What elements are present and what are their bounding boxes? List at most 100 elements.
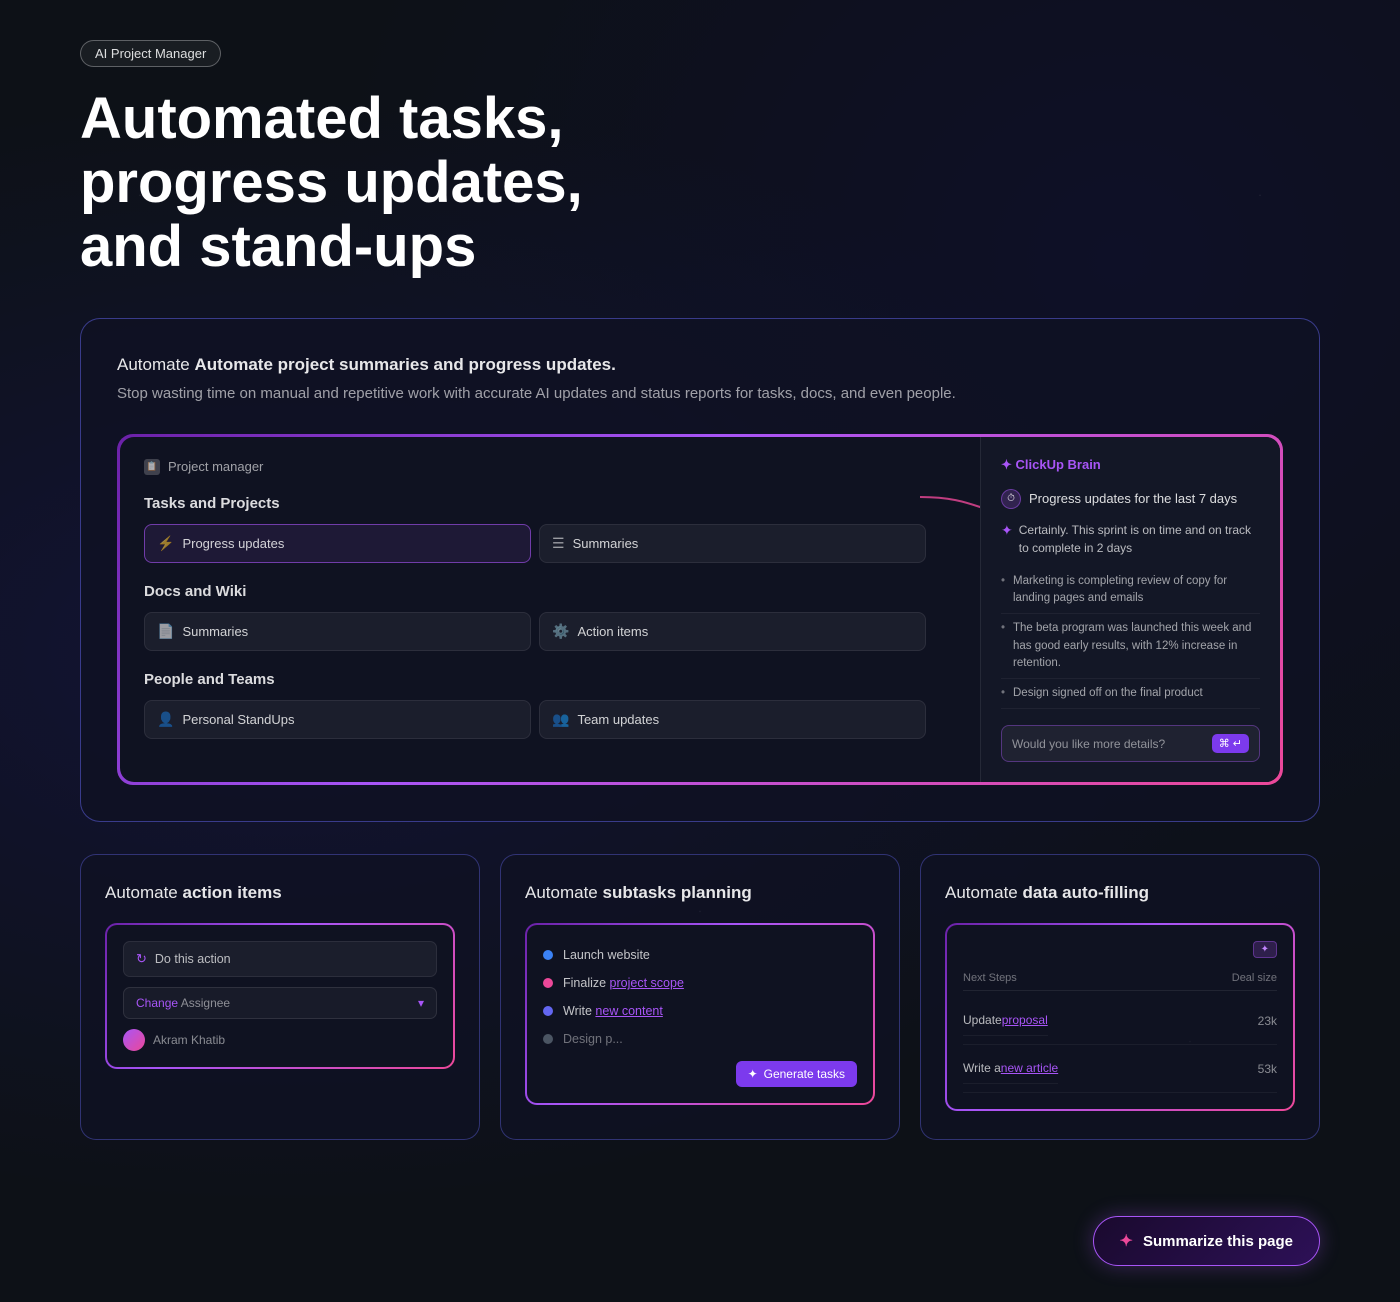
user-name: Akram Khatib [153, 1033, 225, 1047]
action-do-text: Do this action [155, 952, 231, 966]
subtasks-visual-inner: Launch website Finalize project scope Wr… [527, 925, 873, 1103]
main-feature-card: Automate Automate project summaries and … [80, 318, 1320, 822]
ai-bullets: Marketing is completing review of copy f… [1001, 567, 1260, 710]
data-table-header: Next Steps Deal size [963, 966, 1277, 991]
section-tasks-title: Tasks and Projects [144, 495, 926, 512]
task-doc-summaries-label: Summaries [182, 624, 248, 639]
generate-btn-row: ✦ Generate tasks [543, 1053, 857, 1087]
ai-sparkle-row: ✦ [963, 941, 1277, 958]
action-do-icon: ↻ [136, 951, 147, 967]
summarize-icon: ✦ [1120, 1231, 1133, 1251]
data-value-2: 53k [1258, 1062, 1277, 1076]
generate-tasks-button[interactable]: ✦ Generate tasks [736, 1061, 857, 1087]
summaries-icon: ☰ [552, 535, 565, 552]
data-step-1: Update proposal [963, 1005, 1048, 1036]
ai-badge-label: AI Project Manager [95, 46, 206, 61]
col-header-steps: Next Steps [963, 972, 1017, 984]
task-summaries-label: Summaries [573, 536, 639, 551]
ai-query-icon: ⏱ [1001, 489, 1021, 509]
generate-icon: ✦ [748, 1067, 758, 1081]
data-fill-visual: ✦ Next Steps Deal size Update proposal 2… [945, 923, 1295, 1111]
ai-query-text: Progress updates for the last 7 days [1029, 491, 1237, 506]
summarize-label: Summarize this page [1143, 1233, 1293, 1250]
page-title: Automated tasks, progress updates, and s… [80, 87, 700, 278]
action-icon: ⚙️ [552, 623, 569, 640]
card-description-bold: Automate project summaries and progress … [195, 355, 616, 374]
clickup-brain-logo: ✦ ClickUp Brain [1001, 457, 1101, 473]
subtask-dot-1 [543, 950, 553, 960]
doc-icon: 📄 [157, 623, 174, 640]
subtask-dot-2 [543, 978, 553, 988]
action-select[interactable]: Change Assignee ▾ [123, 987, 437, 1019]
tasks-grid: ⚡ Progress updates ☰ Summaries [144, 524, 926, 563]
action-do-item: ↻ Do this action [123, 941, 437, 977]
data-row-2: Write a new article 53k [963, 1045, 1277, 1093]
ai-panel-header: ✦ ClickUp Brain [1001, 457, 1260, 473]
card-subtasks-title: Automate subtasks planning [525, 883, 875, 903]
card-description-main: Automate Automate project summaries and … [117, 355, 1283, 375]
ai-badge: AI Project Manager [80, 40, 221, 67]
card-subtasks: Automate subtasks planning Launch websit… [500, 854, 900, 1140]
card-sub-text: Stop wasting time on manual and repetiti… [117, 383, 1283, 406]
task-progress-updates[interactable]: ⚡ Progress updates [144, 524, 531, 563]
ai-bullet-2: The beta program was launched this week … [1001, 614, 1260, 679]
data-fill-visual-inner: ✦ Next Steps Deal size Update proposal 2… [947, 925, 1293, 1109]
demo-panel: 📋 Project manager Tasks and Projects ⚡ P… [117, 434, 1283, 786]
action-change-label: Change Assignee [136, 996, 230, 1010]
subtask-dot-4 [543, 1034, 553, 1044]
ai-intro-text: Certainly. This sprint is on time and on… [1019, 521, 1260, 557]
connector-area [950, 437, 980, 783]
task-team-updates[interactable]: 👥 Team updates [539, 700, 926, 739]
demo-panel-inner: 📋 Project manager Tasks and Projects ⚡ P… [120, 437, 1280, 783]
action-chevron: ▾ [418, 996, 424, 1010]
subtask-1: Launch website [543, 941, 857, 969]
ai-input-badge-key: ↵ [1233, 737, 1242, 750]
task-standup-label: Personal StandUps [182, 712, 294, 727]
card-description: Automate Automate project summaries and … [117, 355, 1283, 406]
ai-bullet-3: Design signed off on the final product [1001, 679, 1260, 709]
action-user: Akram Khatib [123, 1029, 437, 1051]
docs-grid: 📄 Summaries ⚙️ Action items [144, 612, 926, 651]
subtasks-visual: Launch website Finalize project scope Wr… [525, 923, 875, 1105]
demo-header-label: Project manager [168, 459, 263, 474]
generate-label: Generate tasks [764, 1067, 845, 1081]
team-icon: 👥 [552, 711, 569, 728]
subtask-2: Finalize project scope [543, 969, 857, 997]
col-header-deal: Deal size [1232, 972, 1277, 984]
data-step-2: Write a new article [963, 1053, 1058, 1084]
ai-panel: ✦ ClickUp Brain ⏱ Progress updates for t… [980, 437, 1280, 783]
section-people-title: People and Teams [144, 671, 926, 688]
card-action-items-title: Automate action items [105, 883, 455, 903]
task-summaries[interactable]: ☰ Summaries [539, 524, 926, 563]
card-data-fill: Automate data auto-filling ✦ Next Steps … [920, 854, 1320, 1140]
task-standup[interactable]: 👤 Personal StandUps [144, 700, 531, 739]
data-value-1: 23k [1258, 1014, 1277, 1028]
card-data-fill-title: Automate data auto-filling [945, 883, 1295, 903]
action-items-visual: ↻ Do this action Change Assignee ▾ Akram… [105, 923, 455, 1069]
task-team-updates-label: Team updates [577, 712, 659, 727]
ai-input-badge-icon: ⌘ [1219, 737, 1230, 750]
people-grid: 👤 Personal StandUps 👥 Team updates [144, 700, 926, 739]
subtask-dot-3 [543, 1006, 553, 1016]
sparkle-icon: ✦ [1001, 522, 1013, 539]
user-avatar [123, 1029, 145, 1051]
task-doc-summaries[interactable]: 📄 Summaries [144, 612, 531, 651]
progress-icon: ⚡ [157, 535, 174, 552]
ai-sparkle-icon: ✦ [1261, 944, 1269, 955]
task-action-items-label: Action items [577, 624, 648, 639]
task-progress-label: Progress updates [182, 536, 284, 551]
ai-input-submit-badge[interactable]: ⌘ ↵ [1212, 734, 1249, 753]
data-row-1: Update proposal 23k [963, 997, 1277, 1045]
section-docs-title: Docs and Wiki [144, 583, 926, 600]
task-action-items[interactable]: ⚙️ Action items [539, 612, 926, 651]
ai-response-header: ✦ Certainly. This sprint is on time and … [1001, 521, 1260, 557]
summarize-button[interactable]: ✦ Summarize this page [1093, 1216, 1320, 1266]
project-manager-icon: 📋 [144, 459, 160, 475]
person-icon: 👤 [157, 711, 174, 728]
ai-input-area[interactable]: Would you like more details? ⌘ ↵ [1001, 725, 1260, 762]
ai-input-placeholder: Would you like more details? [1012, 737, 1204, 751]
demo-header: 📋 Project manager [144, 459, 926, 475]
card-action-items: Automate action items ↻ Do this action C… [80, 854, 480, 1140]
bottom-cards: Automate action items ↻ Do this action C… [80, 854, 1320, 1140]
ai-query: ⏱ Progress updates for the last 7 days [1001, 489, 1260, 509]
